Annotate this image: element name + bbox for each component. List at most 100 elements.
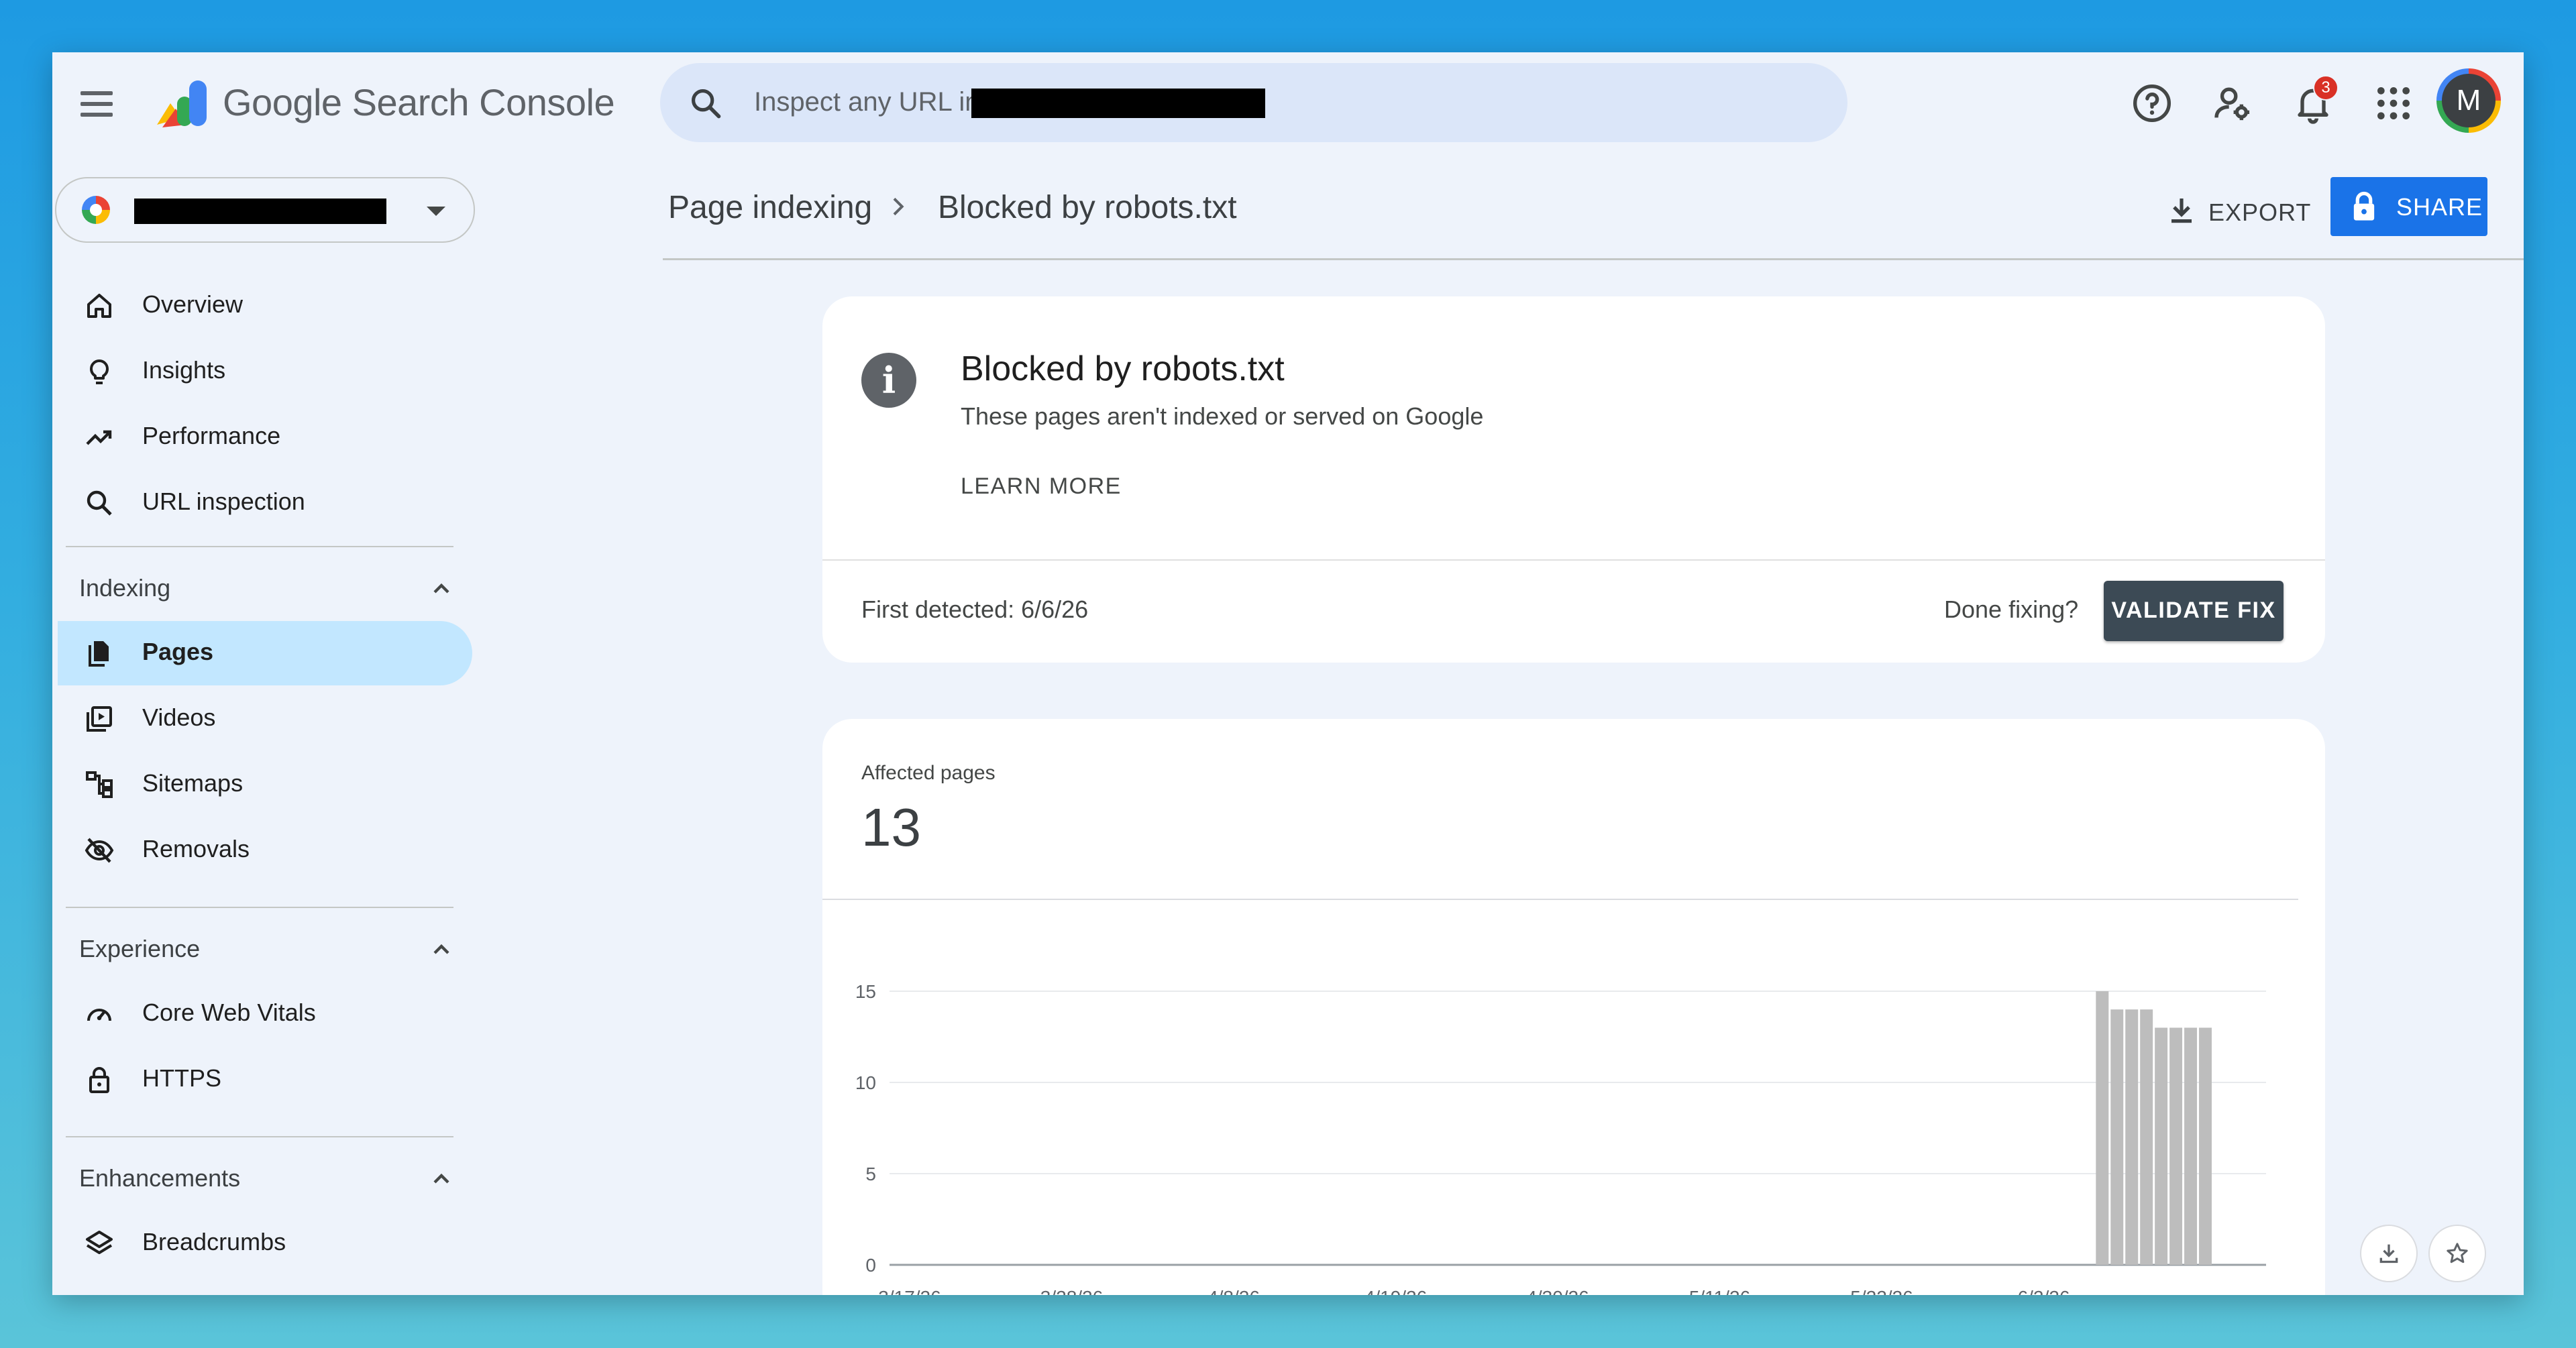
notification-count-badge: 3 xyxy=(2313,75,2339,101)
chevron-up-icon[interactable] xyxy=(428,575,455,602)
video-icon xyxy=(87,706,112,732)
header-divider xyxy=(663,258,2524,260)
sidebar-item-label: Core Web Vitals xyxy=(142,999,316,1026)
redacted-domain xyxy=(971,89,1265,118)
x-tick-label: 3/28/26 xyxy=(1040,1287,1103,1295)
breadcrumb-current: Blocked by robots.txt xyxy=(938,190,1237,225)
chart-bar xyxy=(2125,1009,2139,1265)
chart-bar xyxy=(2184,1027,2197,1265)
y-tick-label: 0 xyxy=(865,1255,876,1276)
issue-title: Blocked by robots.txt xyxy=(961,349,1285,388)
apps-grid-icon[interactable] xyxy=(2372,82,2415,125)
pages-icon xyxy=(89,641,109,667)
sidebar-section-experience[interactable]: Experience xyxy=(79,935,200,963)
help-icon[interactable] xyxy=(2131,82,2174,125)
chart-bar xyxy=(2140,1009,2153,1265)
affected-pages-chart: 0 5 10 15 3/17/26 3/28/26 4/8/26 4/19/26 4/30/26… xyxy=(855,981,2266,1295)
y-tick-label: 5 xyxy=(865,1164,876,1184)
property-selector[interactable] xyxy=(55,177,475,243)
sidebar-item-removals[interactable]: Removals xyxy=(58,818,472,883)
x-tick-label: 3/17/26 xyxy=(878,1287,941,1295)
dropdown-caret-icon xyxy=(427,207,445,216)
search-icon xyxy=(87,490,112,516)
chart-bar xyxy=(2199,1027,2212,1265)
trending-up-icon xyxy=(86,430,112,445)
validate-fix-button[interactable]: VALIDATE FIX xyxy=(2104,581,2284,641)
sidebar-item-label: Performance xyxy=(142,422,281,449)
x-tick-label: 4/19/26 xyxy=(1364,1287,1427,1295)
sidebar-item-label: Removals xyxy=(142,835,250,862)
x-tick-label: 4/30/26 xyxy=(1526,1287,1589,1295)
account-avatar[interactable]: M xyxy=(2436,68,2501,133)
x-tick-label: 5/22/26 xyxy=(1850,1287,1913,1295)
favorite-chart-button[interactable] xyxy=(2428,1225,2486,1282)
sidebar-divider xyxy=(66,1136,453,1137)
info-icon: i xyxy=(861,353,916,408)
download-icon xyxy=(2171,199,2192,223)
x-tick-label: 4/8/26 xyxy=(1208,1287,1260,1295)
sidebar-item-videos[interactable]: Videos xyxy=(58,687,472,751)
sidebar-item-https[interactable]: HTTPS xyxy=(58,1048,472,1112)
sidebar-item-core-web-vitals[interactable]: Core Web Vitals xyxy=(58,982,472,1046)
sidebar-item-sitemaps[interactable]: Sitemaps xyxy=(58,752,472,817)
sidebar-item-label: Videos xyxy=(142,704,216,731)
sidebar-item-label: HTTPS xyxy=(142,1064,222,1092)
first-detected-text: First detected: 6/6/26 xyxy=(861,596,1089,623)
share-button[interactable]: SHARE xyxy=(2330,177,2487,236)
sidebar-section-indexing[interactable]: Indexing xyxy=(79,574,170,602)
lightbulb-icon xyxy=(90,359,109,384)
download-icon xyxy=(2379,1244,2398,1263)
search-icon xyxy=(691,89,721,119)
sidebar-item-breadcrumbs[interactable]: Breadcrumbs xyxy=(58,1211,472,1276)
issue-subtitle: These pages aren't indexed or served on … xyxy=(961,402,1484,430)
download-chart-button[interactable] xyxy=(2360,1225,2418,1282)
user-settings-icon[interactable] xyxy=(2211,82,2254,125)
search-placeholder: Inspect any URL in xyxy=(754,87,980,117)
breadcrumb-chevron-icon xyxy=(893,197,904,216)
card-divider xyxy=(822,559,2325,561)
chevron-up-icon[interactable] xyxy=(428,1166,455,1192)
chart-bar xyxy=(2169,1027,2183,1265)
affected-pages-card: Affected pages 13 0 5 10 15 3/17/26 3/28/26 4/… xyxy=(822,719,2325,1295)
sidebar-item-performance[interactable]: Performance xyxy=(58,405,472,469)
chart-bar xyxy=(2096,991,2109,1265)
sidebar-section-enhancements[interactable]: Enhancements xyxy=(79,1164,240,1192)
main-menu-icon[interactable] xyxy=(76,87,117,119)
url-inspection-search[interactable]: Inspect any URL in xyxy=(660,63,1847,142)
sidebar-divider xyxy=(66,907,453,908)
speedometer-icon xyxy=(87,1009,111,1021)
chevron-up-icon[interactable] xyxy=(428,936,455,963)
affected-pages-label: Affected pages xyxy=(861,762,996,784)
export-label: EXPORT xyxy=(2208,199,2312,226)
sidebar-item-label: Pages xyxy=(142,638,214,665)
affected-pages-count: 13 xyxy=(861,797,921,857)
sidebar-item-label: Sitemaps xyxy=(142,769,244,797)
sidebar-item-overview[interactable]: Overview xyxy=(58,274,472,338)
share-label: SHARE xyxy=(2396,193,2483,221)
visibility-off-icon xyxy=(85,838,114,863)
search-console-window: Google Search Console Inspect any URL in… xyxy=(52,52,2524,1295)
sidebar-item-label: URL inspection xyxy=(142,488,305,515)
y-tick-label: 15 xyxy=(855,981,876,1002)
home-icon xyxy=(87,294,111,318)
chart-bar xyxy=(2155,1027,2168,1265)
sidebar-item-label: Breadcrumbs xyxy=(142,1228,286,1255)
sidebar-item-label: Insights xyxy=(142,356,226,384)
learn-more-link[interactable]: LEARN MORE xyxy=(961,473,1122,500)
sidebar-item-pages[interactable]: Pages xyxy=(58,621,472,685)
sidebar-item-insights[interactable]: Insights xyxy=(58,339,472,404)
lock-icon xyxy=(2353,191,2375,221)
layers-icon xyxy=(86,1231,113,1254)
avatar-letter: M xyxy=(2442,74,2496,127)
x-tick-label: 6/2/26 xyxy=(2018,1287,2070,1295)
done-fixing-text: Done fixing? xyxy=(1944,596,2079,623)
chart-bar xyxy=(2110,1009,2124,1265)
lock-icon xyxy=(89,1067,109,1093)
brand-title: Google Search Console xyxy=(223,81,615,123)
property-icon xyxy=(82,196,110,224)
sidebar-item-url-inspection[interactable]: URL inspection xyxy=(58,471,472,535)
redacted-property-name xyxy=(134,199,386,224)
star-icon xyxy=(2447,1243,2468,1263)
y-tick-label: 10 xyxy=(855,1072,876,1093)
breadcrumb-parent[interactable]: Page indexing xyxy=(668,189,872,226)
